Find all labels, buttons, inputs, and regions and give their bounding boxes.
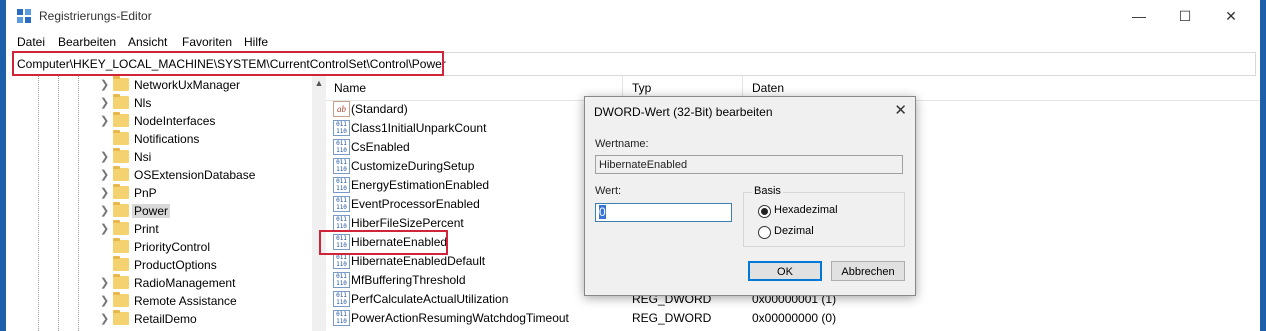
dialog-title: DWORD-Wert (32-Bit) bearbeiten — [594, 105, 773, 119]
chevron-right-icon[interactable]: ❯ — [100, 312, 109, 326]
folder-icon — [113, 292, 129, 307]
key-tree: ❯ NetworkUxManager ❯ Nls ❯ NodeInterfaces N… — [6, 76, 312, 331]
minimize-button[interactable]: — — [1116, 0, 1162, 32]
dword-value-icon: 011 110 — [333, 215, 350, 231]
chevron-right-icon[interactable]: ❯ — [100, 222, 109, 236]
folder-icon — [113, 274, 129, 289]
tree-item-remote-assistance[interactable]: ❯ Remote Assistance — [6, 292, 306, 310]
radio-hexadecimal-label[interactable]: Hexadezimal — [774, 204, 838, 216]
chevron-right-icon[interactable]: ❯ — [100, 294, 109, 308]
scroll-up-arrow-icon[interactable]: ▲ — [312, 78, 326, 88]
tree-item-notifications[interactable]: Notifications — [6, 130, 306, 148]
dialog-close-button[interactable]: ✕ — [894, 101, 907, 119]
value-highlight-box — [319, 230, 448, 255]
close-button[interactable]: ✕ — [1208, 0, 1254, 32]
dword-value-icon: 011 110 — [333, 158, 350, 174]
ok-button[interactable]: OK — [748, 261, 822, 281]
window-title: Registrierungs-Editor — [39, 9, 152, 23]
cancel-button[interactable]: Abbrechen — [831, 261, 905, 281]
menu-bearbeiten[interactable]: Bearbeiten — [58, 35, 116, 49]
chevron-right-icon[interactable]: ❯ — [100, 96, 109, 110]
registry-editor-icon — [17, 9, 33, 25]
chevron-right-icon[interactable]: ❯ — [100, 150, 109, 164]
folder-icon — [113, 166, 129, 181]
menu-hilfe[interactable]: Hilfe — [244, 35, 268, 49]
column-header-data[interactable]: Daten — [752, 81, 784, 95]
tree-item-power[interactable]: ❯ Power — [6, 202, 306, 220]
dword-value-icon: 011 110 — [333, 272, 350, 288]
folder-icon — [113, 184, 129, 199]
folder-icon — [113, 130, 129, 145]
menu-datei[interactable]: Datei — [17, 35, 45, 49]
menu-favoriten[interactable]: Favoriten — [182, 35, 232, 49]
address-highlight-box — [12, 51, 444, 76]
radio-decimal[interactable] — [758, 226, 771, 239]
chevron-right-icon[interactable]: ❯ — [100, 186, 109, 200]
chevron-right-icon[interactable]: ❯ — [100, 78, 109, 92]
chevron-right-icon[interactable]: ❯ — [100, 204, 109, 218]
dword-value-icon: 011 110 — [333, 177, 350, 193]
tree-item-prioritycontrol[interactable]: PriorityControl — [6, 238, 306, 256]
dword-value-icon: 011 110 — [333, 310, 350, 326]
tree-scrollbar[interactable]: ▲ — [312, 76, 326, 331]
folder-icon — [113, 94, 129, 109]
value-name-label: Wertname: — [595, 138, 649, 150]
chevron-right-icon[interactable]: ❯ — [100, 168, 109, 182]
dword-value-icon: 011 110 — [333, 139, 350, 155]
dword-value-icon: 011 110 — [333, 291, 350, 307]
dword-value-icon: 011 110 — [333, 253, 350, 269]
folder-icon — [113, 256, 129, 271]
tree-item-pnp[interactable]: ❯ PnP — [6, 184, 306, 202]
dword-value-icon: 011 110 — [333, 196, 350, 212]
string-value-icon: ab — [333, 101, 350, 117]
folder-icon — [113, 310, 129, 325]
column-header-name[interactable]: Name — [334, 81, 366, 95]
maximize-button[interactable]: ☐ — [1162, 0, 1208, 32]
value-data-text[interactable]: 0 — [599, 205, 606, 219]
dword-value-icon: 011 110 — [333, 120, 350, 136]
basis-label: Basis — [752, 185, 783, 197]
menu-ansicht[interactable]: Ansicht — [128, 35, 167, 49]
title-bar: Registrierungs-Editor — ☐ ✕ — [6, 0, 1260, 32]
folder-icon — [113, 112, 129, 127]
value-data-input[interactable]: 0 — [595, 203, 732, 222]
folder-icon — [113, 238, 129, 253]
basis-group: Basis Hexadezimal Dezimal — [743, 185, 905, 247]
chevron-right-icon[interactable]: ❯ — [100, 276, 109, 290]
list-row[interactable]: 011 110 PowerActionResumingWatchdogTimeout… — [326, 309, 1260, 328]
registry-editor-window: Registrierungs-Editor — ☐ ✕ Datei Bearbe… — [6, 0, 1260, 331]
tree-item-networkuxmanager[interactable]: ❯ NetworkUxManager — [6, 76, 306, 94]
edit-dword-dialog: DWORD-Wert (32-Bit) bearbeiten ✕ Wertnam… — [584, 96, 916, 296]
radio-hexadecimal[interactable] — [758, 205, 771, 218]
tree-item-retaildemo[interactable]: ❯ RetailDemo — [6, 310, 306, 328]
folder-icon — [113, 202, 129, 217]
value-data-label: Wert: — [595, 185, 622, 197]
tree-item-osextensiondatabase[interactable]: ❯ OSExtensionDatabase — [6, 166, 306, 184]
tree-item-radiomanagement[interactable]: ❯ RadioManagement — [6, 274, 306, 292]
folder-icon — [113, 76, 129, 91]
menu-bar: Datei Bearbeiten Ansicht Favoriten Hilfe — [6, 33, 1260, 51]
column-header-type[interactable]: Typ — [632, 81, 651, 95]
chevron-right-icon[interactable]: ❯ — [100, 114, 109, 128]
tree-item-nsi[interactable]: ❯ Nsi — [6, 148, 306, 166]
tree-item-print[interactable]: ❯ Print — [6, 220, 306, 238]
folder-icon — [113, 148, 129, 163]
radio-decimal-label[interactable]: Dezimal — [774, 225, 814, 237]
folder-icon — [113, 220, 129, 235]
value-name-field: HibernateEnabled — [595, 155, 903, 174]
tree-item-nodeinterfaces[interactable]: ❯ NodeInterfaces — [6, 112, 306, 130]
tree-item-productoptions[interactable]: ProductOptions — [6, 256, 306, 274]
tree-item-nls[interactable]: ❯ Nls — [6, 94, 306, 112]
